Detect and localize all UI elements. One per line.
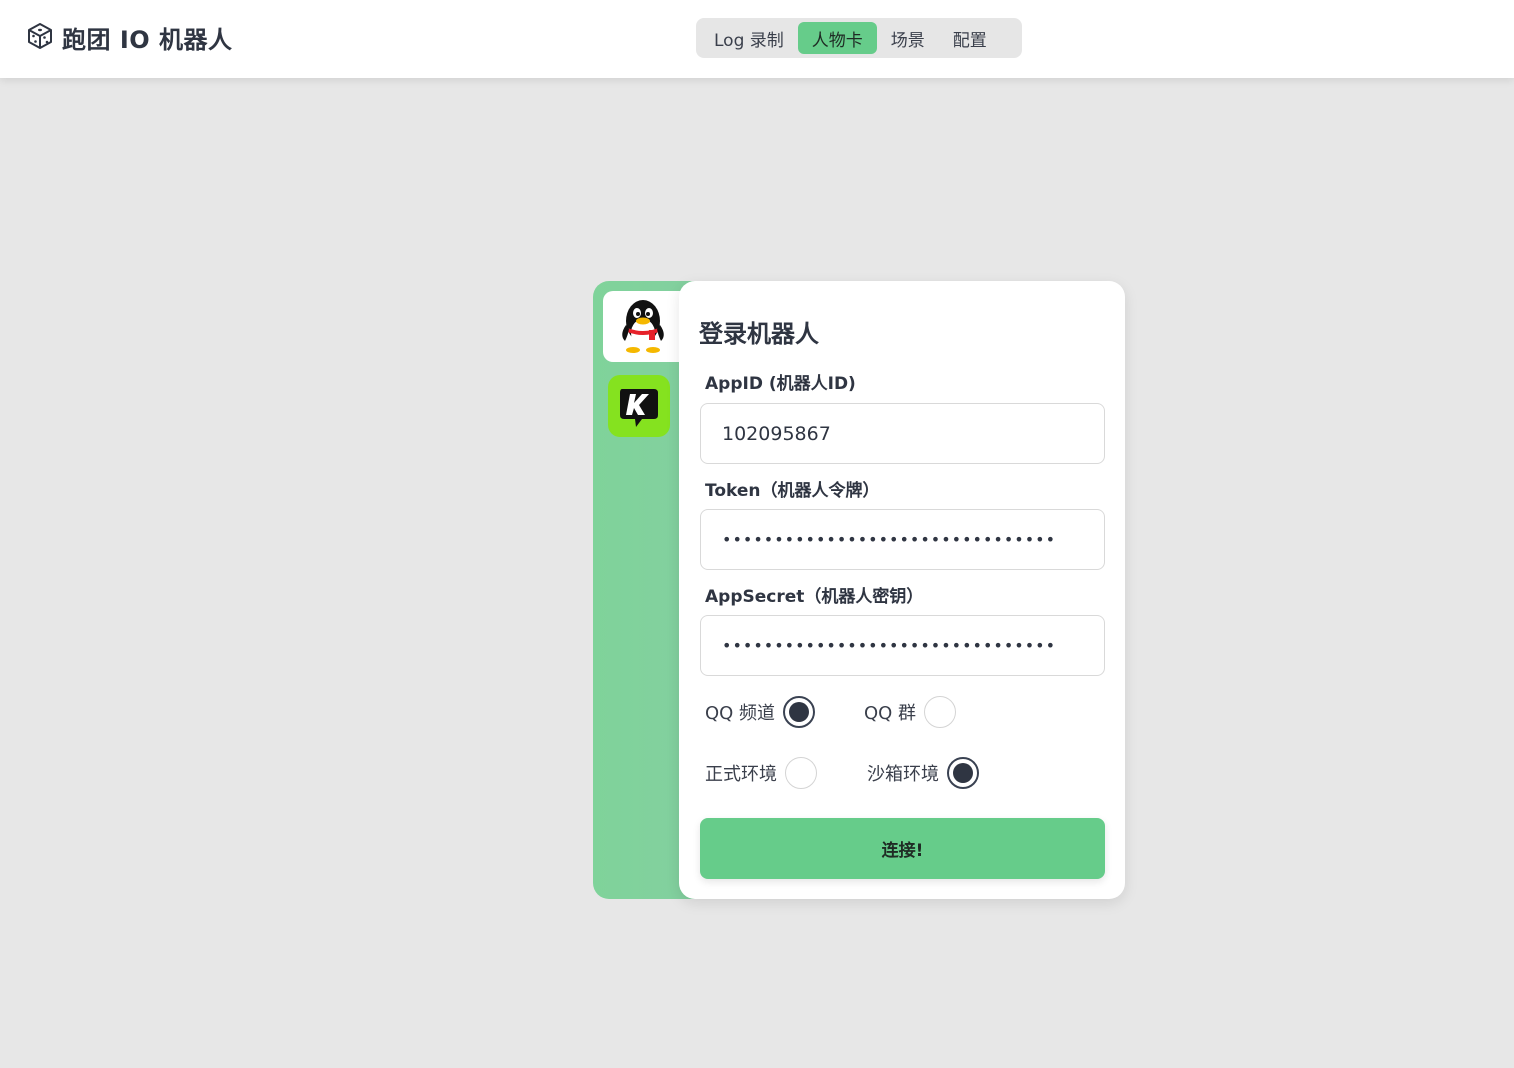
qq-penguin-icon [617,295,669,359]
secret-label: AppSecret（机器人密钥） [705,587,924,607]
radio-label: 沙箱环境 [867,764,939,785]
radio-sandbox-env[interactable]: 沙箱环境 [867,757,979,789]
radio-button[interactable] [947,757,979,789]
app-title: 跑团 IO 机器人 [62,26,233,54]
radio-button[interactable] [785,757,817,789]
token-label: Token（机器人令牌） [705,481,880,501]
login-title: 登录机器人 [699,320,819,348]
radio-label: QQ 频道 [705,703,776,724]
dice-icon [26,22,54,54]
token-input[interactable] [700,509,1105,570]
brand[interactable]: 跑团 IO 机器人 [26,20,233,55]
radio-button[interactable] [924,696,957,728]
appid-label: AppID (机器人ID) [705,374,856,394]
radio-button[interactable] [783,696,816,728]
radio-qq-channel[interactable]: QQ 频道 [705,696,816,728]
kook-logo-icon [608,375,670,441]
tab-character-card[interactable]: 人物卡 [797,22,877,54]
top-header: 跑团 IO 机器人 Log 录制 人物卡 场景 配置 [0,0,1514,78]
appid-input[interactable] [700,403,1105,464]
main-nav: Log 录制 人物卡 场景 配置 [696,18,1022,58]
radio-production-env[interactable]: 正式环境 [705,757,817,789]
platform-tab-qq[interactable] [603,291,683,362]
tab-log-record[interactable]: Log 录制 [700,22,798,54]
radio-qq-group[interactable]: QQ 群 [864,696,957,728]
radio-label: QQ 群 [864,703,917,724]
radio-label: 正式环境 [705,764,777,785]
connect-button[interactable]: 连接! [700,818,1105,879]
tab-config[interactable]: 配置 [939,22,1001,54]
tab-scene[interactable]: 场景 [877,22,939,54]
platform-tab-kook[interactable] [608,375,670,441]
secret-input[interactable] [700,615,1105,676]
